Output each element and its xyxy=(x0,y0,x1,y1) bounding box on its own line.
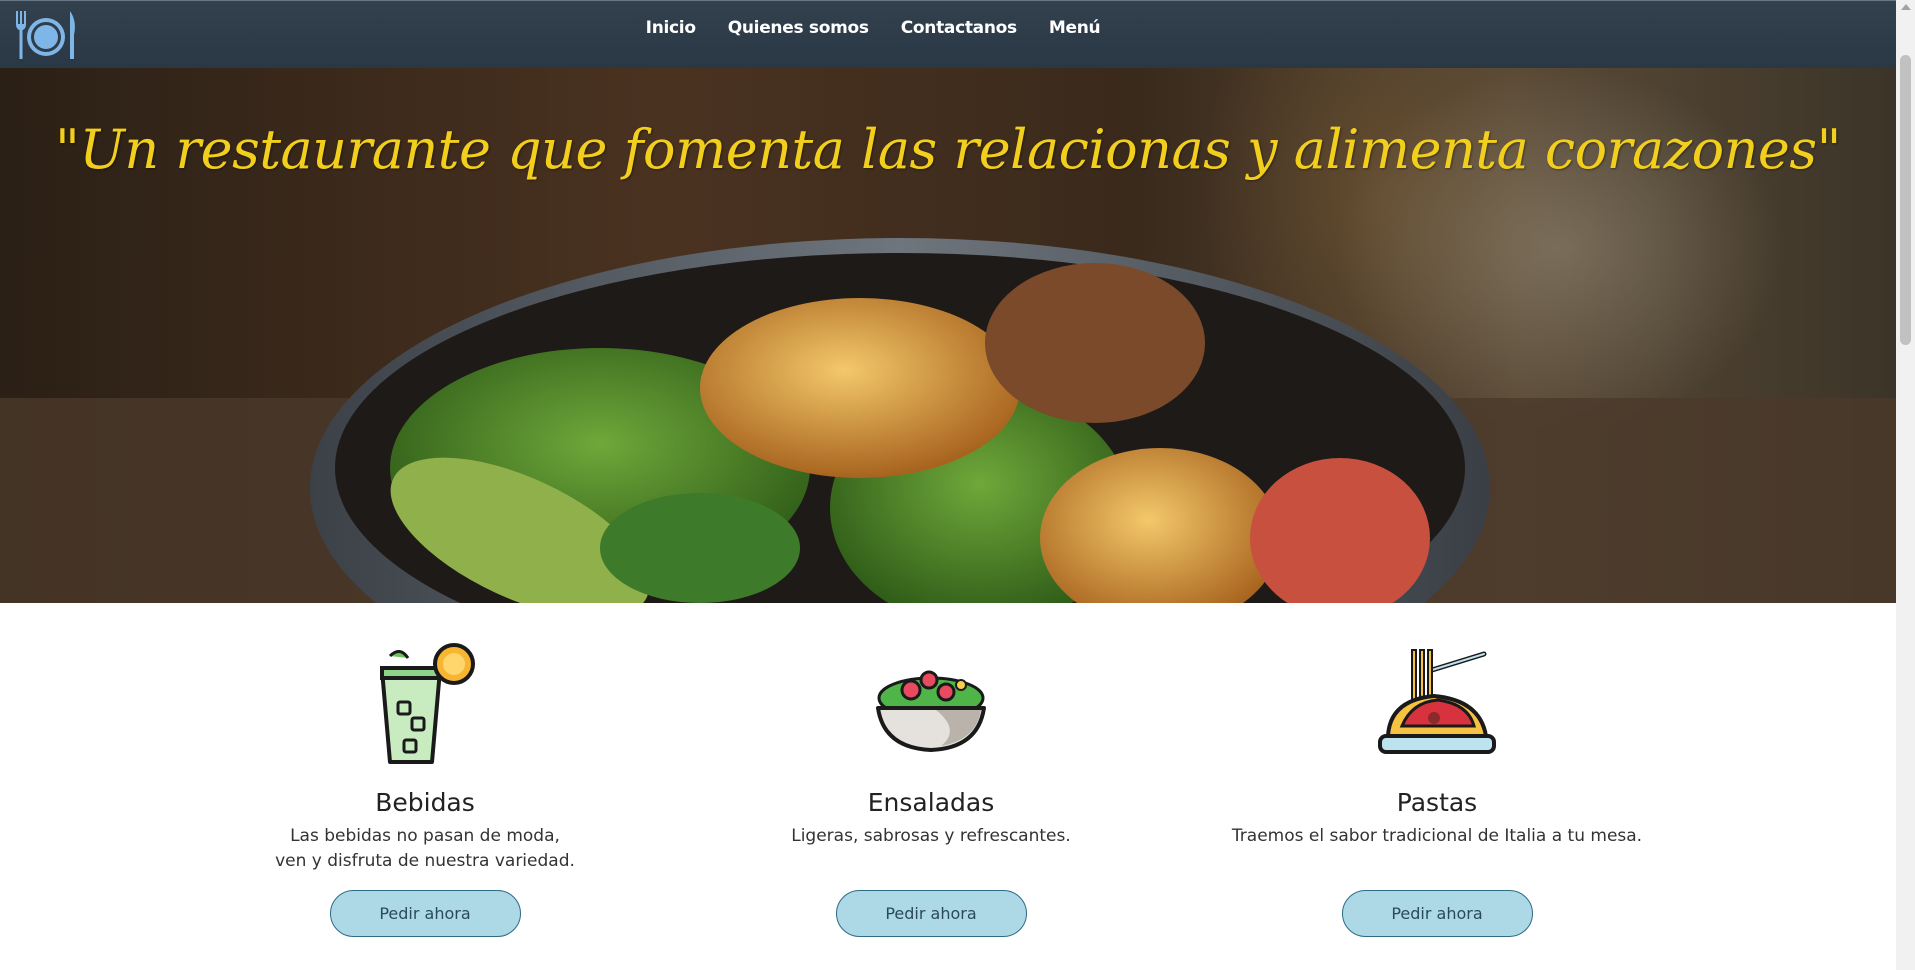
card-title: Ensaladas xyxy=(867,788,995,817)
hero-quote: "Un restaurante que fomenta las relacion… xyxy=(55,118,1841,181)
card-title: Pastas xyxy=(1396,788,1478,817)
nav-link-quienes-somos[interactable]: Quienes somos xyxy=(728,18,869,38)
order-now-button[interactable]: Pedir ahora xyxy=(1341,890,1533,937)
navbar: Inicio Quienes somos Contactanos Menú xyxy=(0,0,1896,69)
nav-link-inicio[interactable]: Inicio xyxy=(646,18,696,38)
card-description: Ligeras, sabrosas y refrescantes. xyxy=(791,826,1071,846)
card-ensaladas: Ensaladas Ligeras, sabrosas y refrescant… xyxy=(721,640,1141,937)
vertical-scrollbar[interactable] xyxy=(1896,0,1915,970)
card-pastas: Pastas Traemos el sabor tradicional de I… xyxy=(1227,640,1647,937)
hero-banner: "Un restaurante que fomenta las relacion… xyxy=(0,68,1896,603)
order-now-button[interactable]: Pedir ahora xyxy=(835,890,1027,937)
card-title: Bebidas xyxy=(375,788,475,817)
card-description: Las bebidas no pasan de moda, ven y disf… xyxy=(275,826,575,871)
scroll-up-arrow-icon[interactable] xyxy=(1901,4,1911,10)
pasta-plate-icon xyxy=(1378,649,1496,754)
main-nav: Inicio Quienes somos Contactanos Menú xyxy=(0,18,1896,38)
card-bebidas: Bebidas Las bebidas no pasan de moda, ve… xyxy=(215,640,635,937)
drink-glass-icon xyxy=(380,643,475,764)
nav-link-menu[interactable]: Menú xyxy=(1049,18,1101,38)
nav-link-contactanos[interactable]: Contactanos xyxy=(901,18,1017,38)
order-now-button[interactable]: Pedir ahora xyxy=(329,890,521,937)
scroll-thumb[interactable] xyxy=(1900,55,1911,345)
salad-bowl-icon xyxy=(876,670,986,752)
card-description: Traemos el sabor tradicional de Italia a… xyxy=(1231,826,1643,846)
